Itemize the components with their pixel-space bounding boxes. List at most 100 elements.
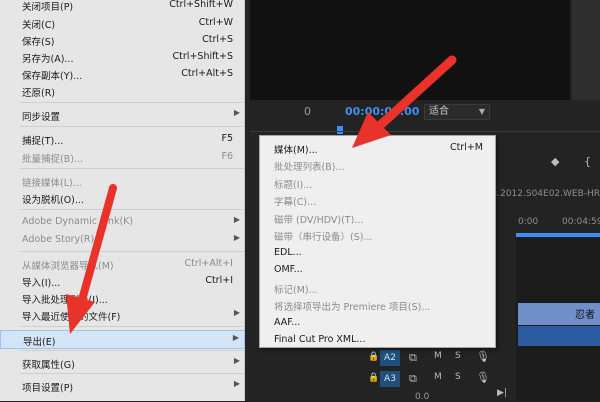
menu-item-label: Adobe Dynamic Link(K): [22, 216, 134, 227]
monitor-edge: [572, 0, 600, 100]
sequence-tab[interactable]: es.2012.S04E02.WEB-HR...: [487, 189, 600, 199]
submenu-arrow-icon: ▶: [233, 233, 240, 242]
submenu-item-label: 磁带 (DV/HDV)(T)...: [274, 215, 364, 226]
menu-make-offline[interactable]: 设为脱机(O)...: [0, 189, 245, 207]
skip-end-icon[interactable]: ▶|: [497, 388, 507, 398]
submenu-item-shortcut: Ctrl+M: [449, 142, 483, 153]
export-submenu: 媒体(M)... Ctrl+M 批处理列表(B)... 标题(I)... 字幕(…: [259, 135, 496, 348]
menu-separator: [20, 209, 245, 210]
lock-icon[interactable]: 🔒: [368, 373, 379, 383]
menu-import-recent[interactable]: 导入最近使用的文件(F) ▶: [0, 306, 245, 324]
menu-separator: [20, 326, 245, 327]
menu-save[interactable]: 保存(S) Ctrl+S: [0, 31, 245, 49]
export-selection-premiere[interactable]: 将选择项导出为 Premiere 项目(S)...: [260, 295, 495, 314]
menu-item-label: Adobe Story(R): [22, 234, 95, 245]
submenu-item-label: AAF...: [274, 317, 301, 328]
submenu-item-label: 字幕(C)...: [274, 197, 317, 208]
menu-save-copy[interactable]: 保存副本(Y)... Ctrl+Alt+S: [0, 65, 245, 83]
microphone-icon[interactable]: 🎙: [476, 371, 490, 384]
menu-item-label: 保存副本(Y)...: [22, 71, 83, 82]
solo-icon[interactable]: S: [455, 351, 461, 361]
menu-item-label: 导入(I)...: [22, 278, 61, 289]
submenu-item-label: 批处理列表(B)...: [274, 162, 345, 173]
menu-item-label: 从媒体浏览器导入(M): [22, 261, 114, 272]
in-point-icon[interactable]: {: [584, 155, 591, 168]
menu-separator: [20, 168, 245, 169]
playhead-marker[interactable]: [337, 126, 343, 134]
timeline-time-start: 0:00: [518, 217, 539, 227]
menu-close[interactable]: 关闭(C) Ctrl+W: [0, 14, 245, 32]
menu-separator: [20, 251, 245, 252]
marker-icon[interactable]: ◆: [551, 155, 559, 168]
submenu-item-label: 将选择项导出为 Premiere 项目(S)...: [274, 302, 431, 313]
playhead-timecode[interactable]: 00:00:00:00: [345, 105, 419, 118]
export-captions[interactable]: 字幕(C)...: [260, 190, 495, 209]
menu-import-from-browser[interactable]: 从媒体浏览器导入(M) Ctrl+Alt+I: [0, 255, 245, 273]
menu-batch-capture[interactable]: 批量捕捉(B)... F6: [0, 148, 245, 166]
menu-item-label: 还原(R): [22, 88, 56, 99]
menu-separator: [20, 350, 245, 351]
submenu-item-label: Final Cut Pro XML...: [274, 334, 366, 345]
submenu-arrow-icon: ▶: [233, 356, 240, 365]
submenu-item-label: 标记(M)...: [274, 285, 318, 296]
menu-item-label: 获取属性(G): [22, 360, 75, 371]
monitor-ruler: [250, 131, 600, 132]
fit-select-value: 适合: [429, 106, 449, 117]
submenu-arrow-icon: ▶: [232, 333, 239, 342]
menu-get-properties[interactable]: 获取属性(G) ▶: [0, 354, 245, 372]
menu-item-shortcut: Ctrl+I: [205, 275, 233, 286]
menu-link-media[interactable]: 链接媒体(L)...: [0, 172, 245, 190]
submenu-arrow-icon: ▶: [233, 108, 240, 117]
file-menu: 关闭项目(P) Ctrl+Shift+W 关闭(C) Ctrl+W 保存(S) …: [0, 0, 245, 401]
menu-item-label: 关闭(C): [22, 20, 56, 31]
zoom-fit-select[interactable]: 适合 ▼: [424, 104, 490, 120]
menu-item-label: 批量捕捉(B)...: [22, 154, 83, 165]
zero-label: 0: [304, 105, 311, 118]
menu-import-batch-list[interactable]: 导入批处理列表(I)...: [0, 289, 245, 307]
menu-dynamic-link[interactable]: Adobe Dynamic Link(K) ▶: [0, 213, 245, 231]
submenu-arrow-icon: ▶: [233, 215, 240, 224]
lock-icon[interactable]: 🔒: [368, 352, 379, 362]
track-a3-toggle[interactable]: A3: [380, 371, 400, 387]
menu-item-label: 导入最近使用的文件(F): [22, 312, 121, 323]
menu-sync-settings[interactable]: 同步设置 ▶: [0, 106, 245, 124]
export-fcp-xml[interactable]: Final Cut Pro XML...: [260, 330, 495, 349]
submenu-item-label: 磁带（串行设备）(S)...: [274, 232, 373, 243]
clip-label: 忍者: [575, 310, 595, 321]
menu-project-settings[interactable]: 项目设置(P) ▶: [0, 377, 245, 395]
menu-item-shortcut: Ctrl+W: [198, 17, 233, 28]
menu-capture[interactable]: 捕捉(T)... F5: [0, 130, 245, 148]
menu-save-as[interactable]: 另存为(A)... Ctrl+Shift+S: [0, 48, 245, 66]
menu-item-label: 设为脱机(O)...: [22, 195, 84, 206]
export-tape-serial[interactable]: 磁带（串行设备）(S)...: [260, 225, 495, 244]
sync-lock-icon[interactable]: ⧉: [409, 372, 417, 386]
menu-item-label: 另存为(A)...: [22, 54, 74, 65]
menu-separator: [20, 126, 245, 127]
menu-item-shortcut: Ctrl+S: [202, 34, 233, 45]
export-batch-list[interactable]: 批处理列表(B)...: [260, 155, 495, 174]
timeline-time-end: 00:04:59:0: [562, 217, 600, 227]
menu-item-label: 关闭项目(P): [22, 2, 74, 13]
track-a2-toggle[interactable]: A2: [380, 350, 400, 366]
sync-lock-icon[interactable]: ⧉: [409, 351, 417, 365]
submenu-item-label: EDL...: [274, 247, 302, 258]
menu-revert[interactable]: 还原(R): [0, 82, 245, 100]
menu-close-project[interactable]: 关闭项目(P) Ctrl+Shift+W: [0, 0, 245, 14]
menu-export[interactable]: 导出(E) ▶: [0, 330, 245, 349]
menu-item-label: 导出(E): [23, 337, 56, 348]
microphone-icon[interactable]: 🎙: [476, 350, 490, 363]
menu-item-shortcut: Ctrl+Alt+S: [181, 68, 233, 79]
submenu-item-label: 媒体(M)...: [274, 145, 318, 156]
menu-item-shortcut: F5: [221, 133, 233, 144]
chevron-down-icon: ▼: [478, 107, 485, 116]
submenu-arrow-icon: ▶: [233, 379, 240, 388]
mute-icon[interactable]: M: [434, 351, 442, 361]
program-monitor: [250, 0, 570, 100]
mute-icon[interactable]: M: [434, 372, 442, 382]
menu-adobe-story[interactable]: Adobe Story(R) ▶: [0, 231, 245, 249]
solo-icon[interactable]: S: [455, 372, 461, 382]
audio-clip[interactable]: [518, 326, 600, 346]
menu-import[interactable]: 导入(I)... Ctrl+I: [0, 272, 245, 290]
menu-item-label: 保存(S): [22, 37, 55, 48]
export-omf[interactable]: OMF...: [260, 260, 495, 279]
